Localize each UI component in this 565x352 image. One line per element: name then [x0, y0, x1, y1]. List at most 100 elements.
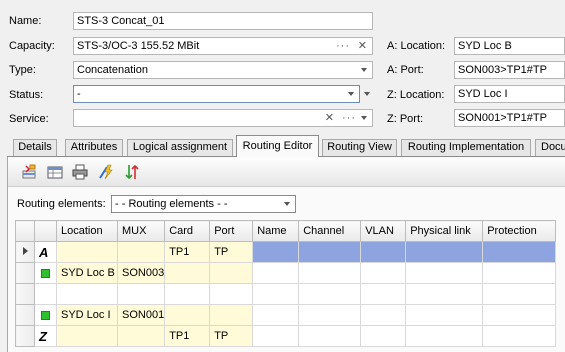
cell-physical-link[interactable] — [405, 283, 484, 305]
cell-channel[interactable] — [298, 241, 362, 263]
z-location-field[interactable]: SYD Loc I — [454, 85, 565, 103]
z-location-value: SYD Loc I — [458, 88, 508, 100]
row-header-corner — [15, 220, 35, 242]
cell-location[interactable] — [56, 325, 118, 347]
tab-logical-assignment[interactable]: Logical assignment — [127, 139, 233, 156]
a-location-field[interactable]: SYD Loc B — [454, 37, 565, 55]
cell-location[interactable] — [56, 283, 118, 305]
row-header[interactable] — [15, 325, 35, 347]
cell-protection[interactable] — [482, 283, 557, 305]
tab-attributes[interactable]: Attributes — [65, 139, 123, 156]
cell-vlan[interactable] — [360, 241, 407, 263]
routing-elements-select[interactable]: - - Routing elements - - — [111, 195, 296, 213]
service-browse-icon[interactable]: ··· — [342, 110, 356, 126]
cell-physical-link[interactable] — [405, 304, 484, 326]
row-header[interactable] — [15, 283, 35, 305]
cell-physical-link[interactable] — [405, 262, 484, 284]
cell-port[interactable]: TP — [209, 241, 254, 263]
cell-physical-link[interactable] — [405, 241, 484, 263]
type-select[interactable]: Concatenation — [73, 61, 373, 79]
tab-documents[interactable]: Docu — [535, 139, 565, 156]
cell-name[interactable] — [252, 325, 300, 347]
name-field[interactable]: STS-3 Concat_01 — [73, 12, 373, 30]
column-header-name[interactable]: Name — [252, 220, 300, 242]
cell-name[interactable] — [252, 283, 300, 305]
cell-vlan[interactable] — [360, 262, 407, 284]
insert-element-icon[interactable] — [22, 164, 38, 180]
capacity-field[interactable]: STS-3/OC-3 155.52 MBit ··· ✕ — [73, 37, 373, 55]
cell-port[interactable]: TP — [209, 325, 254, 347]
sort-icon[interactable] — [124, 164, 140, 180]
auto-route-icon[interactable] — [98, 164, 114, 180]
cell-card[interactable]: TP1 — [164, 241, 211, 263]
table-row[interactable]: SYD Loc B SON003 — [15, 262, 557, 284]
tab-routing-editor[interactable]: Routing Editor — [236, 135, 319, 157]
routing-elements-value: - - Routing elements - - — [115, 198, 228, 210]
cell-location[interactable]: SYD Loc B — [56, 262, 118, 284]
cell-protection[interactable] — [482, 262, 557, 284]
row-header[interactable] — [15, 262, 35, 284]
cell-location[interactable] — [56, 241, 118, 263]
cell-protection[interactable] — [482, 304, 557, 326]
table-row[interactable]: Z TP1 TP — [15, 325, 557, 347]
column-header-vlan[interactable]: VLAN — [360, 220, 407, 242]
cell-channel[interactable] — [298, 283, 362, 305]
a-port-field[interactable]: SON003>TP1#TP — [454, 61, 565, 79]
cell-mux[interactable] — [116, 241, 166, 263]
a-port-value: SON003>TP1#TP — [458, 64, 547, 76]
table-icon[interactable] — [47, 164, 63, 180]
cell-name[interactable] — [252, 241, 300, 263]
cell-channel[interactable] — [298, 262, 362, 284]
cell-card[interactable] — [164, 304, 211, 326]
capacity-clear-icon[interactable]: ✕ — [358, 38, 367, 54]
column-header-port[interactable]: Port — [209, 220, 254, 242]
z-port-field[interactable]: SON001>TP1#TP — [454, 109, 565, 127]
cell-location[interactable]: SYD Loc I — [56, 304, 118, 326]
cell-channel[interactable] — [298, 304, 362, 326]
chevron-down-icon[interactable] — [361, 116, 367, 120]
a-location-label: A: Location: — [387, 40, 446, 52]
row-pointer[interactable] — [15, 241, 35, 263]
table-row[interactable] — [15, 283, 557, 305]
column-header-protection[interactable]: Protection — [482, 220, 557, 242]
row-header[interactable] — [15, 304, 35, 326]
table-row[interactable]: SYD Loc I SON001 — [15, 304, 557, 326]
status-select[interactable]: - — [73, 85, 360, 103]
cell-vlan[interactable] — [360, 304, 407, 326]
service-field[interactable]: ✕ ··· — [73, 109, 373, 127]
tab-routing-implementation[interactable]: Routing Implementation — [401, 139, 531, 156]
cell-card[interactable] — [164, 262, 211, 284]
cell-protection[interactable] — [482, 241, 557, 263]
cell-card[interactable]: TP1 — [164, 325, 211, 347]
cell-name[interactable] — [252, 304, 300, 326]
column-header-mux[interactable]: MUX — [116, 220, 166, 242]
column-header-channel[interactable]: Channel — [298, 220, 362, 242]
cell-name[interactable] — [252, 262, 300, 284]
column-header-location[interactable]: Location — [56, 220, 118, 242]
cell-vlan[interactable] — [360, 283, 407, 305]
cell-channel[interactable] — [298, 325, 362, 347]
cell-port[interactable] — [209, 262, 254, 284]
table-row[interactable]: A TP1 TP — [15, 241, 557, 263]
cell-port[interactable] — [209, 304, 254, 326]
cell-mux[interactable] — [116, 283, 166, 305]
cell-mux[interactable]: SON003 — [116, 262, 166, 284]
column-header-card[interactable]: Card — [164, 220, 211, 242]
service-clear-icon[interactable]: ✕ — [325, 110, 334, 126]
toolbar — [8, 158, 565, 187]
tab-routing-view[interactable]: Routing View — [322, 139, 397, 156]
cell-physical-link[interactable] — [405, 325, 484, 347]
chevron-down-icon[interactable] — [364, 92, 370, 96]
marker-column-header — [34, 220, 57, 242]
cell-mux[interactable]: SON001 — [116, 304, 166, 326]
tab-details[interactable]: Details — [13, 139, 57, 156]
capacity-browse-icon[interactable]: ··· — [336, 38, 350, 54]
cell-port[interactable] — [209, 283, 254, 305]
cell-mux[interactable] — [116, 325, 166, 347]
row-pointer-icon — [22, 247, 28, 255]
print-icon[interactable] — [72, 164, 88, 180]
cell-protection[interactable] — [482, 325, 557, 347]
cell-vlan[interactable] — [360, 325, 407, 347]
column-header-physical-link[interactable]: Physical link — [405, 220, 484, 242]
cell-card[interactable] — [164, 283, 211, 305]
